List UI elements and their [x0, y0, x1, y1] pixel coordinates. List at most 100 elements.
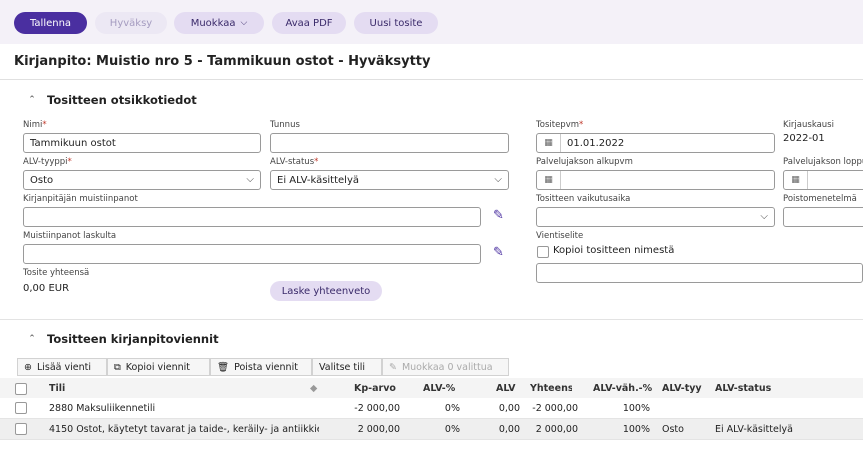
main-panel: Kirjanpito: Muistio nro 5 - Tammikuun os…	[0, 44, 863, 452]
copy-entries-label: Kopioi viennit	[125, 361, 191, 373]
cell-vat-type: Osto	[662, 424, 684, 435]
vat-status-value: Ei ALV-käsittelyä	[277, 174, 360, 186]
bookkeeper-notes-label: Kirjanpitäjän muistiinpanot	[23, 194, 138, 204]
vat-status-select[interactable]: Ei ALV-käsittelyä ⌵	[270, 170, 509, 190]
column-header-vat-type[interactable]: ALV-tyy	[662, 383, 702, 394]
chevron-down-icon: ⌵	[246, 174, 254, 185]
cell-kp: 2 000,00	[357, 424, 400, 435]
section-title-entries: Tositteen kirjanpitoviennit	[47, 332, 219, 346]
sort-icon[interactable]: ◆	[310, 383, 317, 394]
period-label: Kirjauskausi	[783, 120, 834, 130]
chevron-down-icon: ⌵	[494, 174, 502, 185]
code-label: Tunnus	[270, 120, 300, 130]
toolbar: Tallenna Hyväksy Muokkaa ⌵ Avaa PDF Uusi…	[0, 0, 863, 46]
page-title: Kirjanpito: Muistio nro 5 - Tammikuun os…	[14, 54, 431, 69]
row-checkbox[interactable]	[15, 423, 27, 435]
copy-name-label: Kopioi tositteen nimestä	[553, 245, 675, 256]
edit-menu-button[interactable]: Muokkaa ⌵	[174, 12, 264, 34]
pencil-icon[interactable]: ✎	[493, 208, 504, 223]
code-field[interactable]	[270, 133, 509, 153]
approve-button[interactable]: Hyväksy	[95, 12, 167, 34]
new-voucher-button[interactable]: Uusi tosite	[354, 12, 438, 34]
chevron-down-icon: ⌵	[240, 18, 248, 28]
column-header-vat-status[interactable]: ALV-status	[715, 383, 771, 394]
date-value: 01.01.2022	[567, 137, 625, 149]
calendar-icon[interactable]: ▦	[537, 171, 561, 189]
service-end-label: Palvelujakson loppu	[783, 157, 863, 167]
trash-icon: 🗑	[217, 361, 230, 373]
table-row[interactable]: 2880 Maksuliikennetili -2 000,00 0% 0,00…	[0, 398, 863, 419]
edit-selected-button[interactable]: ✎ Muokkaa 0 valittua	[382, 358, 509, 376]
date-field[interactable]: ▦ 01.01.2022	[536, 133, 775, 153]
column-header-vat-pct[interactable]: ALV-%	[423, 383, 455, 394]
date-label: Tositepvm*	[536, 120, 584, 130]
delete-entries-button[interactable]: 🗑 Poista viennit	[210, 358, 312, 376]
copy-name-checkbox[interactable]	[537, 246, 549, 258]
edit-selected-label: Muokkaa 0 valittua	[401, 361, 493, 373]
vat-type-label: ALV-tyyppi*	[23, 157, 72, 167]
entry-text-field[interactable]	[536, 263, 863, 283]
vat-type-select[interactable]: Osto ⌵	[23, 170, 261, 190]
section-title-header: Tositteen otsikkotiedot	[47, 93, 197, 107]
column-header-kp[interactable]: Kp-arvo	[354, 383, 396, 394]
save-button[interactable]: Tallenna	[14, 12, 87, 34]
edit-label: Muokkaa	[190, 17, 236, 29]
vat-status-label: ALV-status*	[270, 157, 319, 167]
name-field[interactable]: Tammikuun ostot	[23, 133, 261, 153]
service-start-field[interactable]: ▦	[536, 170, 775, 190]
cell-vat-pct: 0%	[444, 424, 460, 435]
cell-kp: -2 000,00	[354, 403, 400, 414]
depreciation-label: Poistomenetelmä	[783, 194, 857, 204]
cell-account: 4150 Ostot, käytetyt tavarat ja taide-, …	[49, 424, 319, 435]
cell-deduction: 100%	[622, 424, 650, 435]
plus-circle-icon: ⊕	[24, 361, 32, 373]
add-entry-label: Lisää vienti	[36, 361, 92, 373]
title-bar: Kirjanpito: Muistio nro 5 - Tammikuun os…	[0, 44, 863, 80]
table-row[interactable]: 4150 Ostot, käytetyt tavarat ja taide-, …	[0, 419, 863, 440]
delete-entries-label: Poista viennit	[234, 361, 298, 373]
column-header-total[interactable]: Yhteensä	[530, 383, 572, 394]
column-header-vat[interactable]: ALV	[496, 383, 515, 394]
chevron-down-icon: ⌵	[760, 211, 768, 222]
grid-header: Tili ◆ Kp-arvo ALV-% ALV Yhteensä ALV-vä…	[0, 378, 863, 400]
add-entry-button[interactable]: ⊕ Lisää vienti	[17, 358, 107, 376]
service-start-label: Palvelujakson alkupvm	[536, 157, 633, 167]
select-account-button[interactable]: Valitse tili	[312, 358, 382, 376]
service-end-field[interactable]: ▦	[783, 170, 863, 190]
cell-deduction: 100%	[622, 403, 650, 414]
bookkeeper-notes-field[interactable]	[23, 207, 481, 227]
effect-time-label: Tositteen vaikutusaika	[536, 194, 631, 204]
copy-icon: ⧉	[114, 361, 121, 373]
invoice-notes-field[interactable]	[23, 244, 481, 264]
vat-type-value: Osto	[30, 174, 54, 186]
calendar-icon[interactable]: ▦	[784, 171, 808, 189]
invoice-notes-label: Muistiinpanot laskulta	[23, 231, 117, 241]
total-value: 0,00 EUR	[23, 283, 70, 294]
name-label: Nimi*	[23, 120, 47, 130]
cell-vat-status: Ei ALV-käsittelyä	[715, 424, 793, 435]
effect-time-select[interactable]: ⌵	[536, 207, 775, 227]
cell-total: 2 000,00	[535, 424, 578, 435]
edit-icon: ✎	[389, 361, 397, 373]
cell-account: 2880 Maksuliikennetili	[49, 403, 156, 414]
period-value: 2022-01	[783, 133, 825, 144]
depreciation-select[interactable]	[783, 207, 863, 227]
open-pdf-button[interactable]: Avaa PDF	[272, 12, 346, 34]
cell-vat-pct: 0%	[444, 403, 460, 414]
cell-vat: 0,00	[498, 424, 520, 435]
copy-entries-button[interactable]: ⧉ Kopioi viennit	[107, 358, 210, 376]
column-header-account[interactable]: Tili	[49, 383, 65, 394]
cell-vat: 0,00	[498, 403, 520, 414]
collapse-icon[interactable]: ⌃	[25, 93, 39, 107]
column-header-deduction[interactable]: ALV-väh.-%	[593, 383, 652, 394]
pencil-icon[interactable]: ✎	[493, 245, 504, 260]
row-checkbox[interactable]	[15, 402, 27, 414]
calculate-summary-button[interactable]: Laske yhteenveto	[270, 281, 382, 301]
calendar-icon[interactable]: ▦	[537, 134, 561, 152]
cell-total: -2 000,00	[532, 403, 578, 414]
collapse-icon[interactable]: ⌃	[25, 332, 39, 346]
select-all-checkbox[interactable]	[15, 383, 27, 395]
total-label: Tosite yhteensä	[23, 268, 90, 278]
entry-text-label: Vientiselite	[536, 231, 584, 241]
section-divider	[0, 319, 863, 320]
